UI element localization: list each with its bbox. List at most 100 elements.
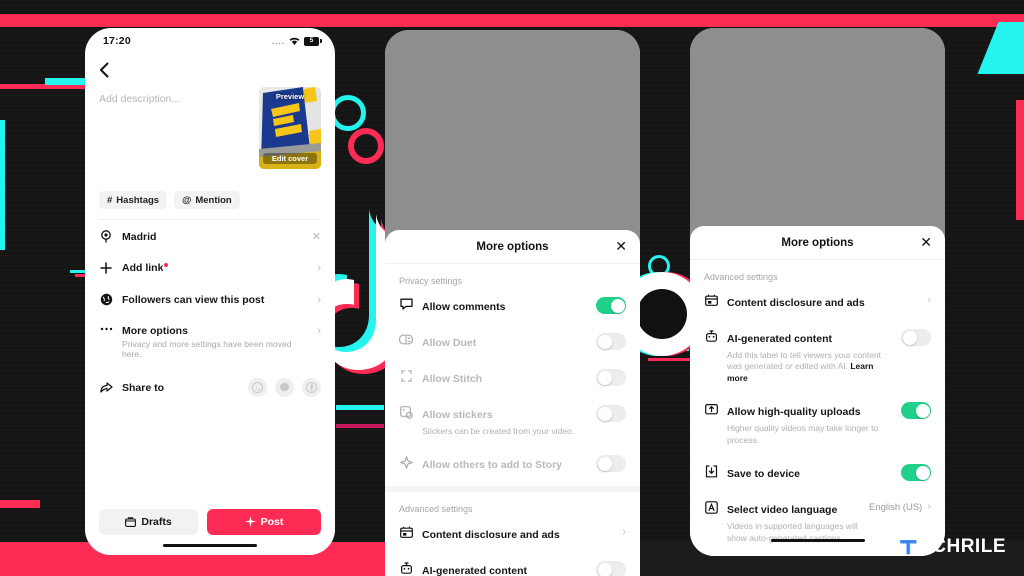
close-icon[interactable]: ✕ (615, 239, 627, 253)
back-chevron-icon (705, 62, 714, 78)
setting-allow-add-to-story[interactable]: Allow others to add to Story (385, 446, 640, 482)
row-more-options-label: More options (122, 325, 188, 337)
toggle-high-quality-uploads[interactable] (901, 402, 931, 420)
story-sparkle-icon (399, 455, 413, 470)
setting-allow-comments[interactable]: Allow comments (385, 288, 640, 324)
section-header-advanced: Advanced settings (399, 504, 473, 515)
row-add-link[interactable]: Add link › (85, 252, 335, 283)
robot-icon (399, 561, 413, 575)
globe-icon (99, 293, 113, 306)
row-location[interactable]: Madrid ✕ (85, 220, 335, 252)
setting-allow-stickers[interactable]: Allow stickers Stickers can be created f… (385, 396, 640, 446)
cover-thumbnail[interactable]: Preview Edit cover (259, 87, 321, 169)
facebook-icon[interactable] (302, 378, 321, 397)
setting-label: Allow Stitch (422, 373, 483, 385)
status-bar: 17:19 .... 4 (385, 30, 640, 56)
new-badge-dot (164, 262, 169, 267)
toggle-save-to-device[interactable] (901, 464, 931, 482)
setting-ai-generated-content[interactable]: AI-generated content Add this label to t… (690, 320, 945, 393)
more-options-sheet: More options ✕ Privacy settings Allow co… (385, 230, 640, 576)
plus-icon (99, 262, 113, 274)
back-button[interactable] (85, 54, 335, 87)
language-a-icon (704, 500, 718, 515)
wifi-icon (594, 39, 605, 47)
preview-label[interactable]: Preview (259, 92, 321, 101)
toggle-allow-stickers[interactable] (596, 405, 626, 422)
back-chevron-icon (100, 62, 109, 78)
setting-label: Allow others to add to Story (422, 459, 563, 472)
stitch-icon (399, 369, 413, 382)
toggle-ai-generated-content[interactable] (596, 561, 626, 576)
preview-label[interactable]: Preview (869, 92, 931, 101)
edit-cover-label[interactable]: Edit cover (568, 155, 622, 166)
chips-row: # Hashtags @ Mention (85, 191, 335, 209)
cover-thumbnail[interactable]: Preview Edit cover (564, 89, 626, 171)
whatsapp-icon[interactable] (248, 378, 267, 397)
edit-cover-label[interactable]: Edit cover (263, 153, 317, 164)
bg-ring-pink (348, 128, 384, 164)
preview-label[interactable]: Preview (564, 94, 626, 103)
setting-high-quality-uploads[interactable]: Allow high-quality uploads Higher qualit… (690, 393, 945, 455)
toggle-allow-stitch[interactable] (596, 369, 626, 386)
content-disclosure-icon (704, 293, 718, 306)
sheet-title-bar: More options ✕ (385, 230, 640, 264)
chevron-right-icon: › (927, 501, 931, 514)
back-button[interactable] (690, 54, 945, 87)
edit-cover-label[interactable]: Edit cover (873, 153, 927, 164)
post-button[interactable]: Post (207, 508, 321, 535)
toggle-allow-duet[interactable] (596, 333, 626, 350)
chip-mention[interactable]: @ Mention (779, 191, 845, 209)
setting-content-disclosure[interactable]: Content disclosure and ads › (690, 284, 945, 320)
close-icon[interactable]: ✕ (312, 230, 321, 243)
comment-bubble-icon (399, 297, 413, 310)
setting-ai-generated-content[interactable]: AI-generated content Add this label to t… (385, 552, 640, 576)
bg-bar-pink-mid-1 (336, 424, 384, 428)
battery-level: 4 (614, 38, 619, 46)
chips-row: # Hashtags @ Mention (690, 191, 945, 209)
signal-dots-icon: .... (577, 38, 590, 48)
cover-thumbnail[interactable]: Preview Edit cover (869, 87, 931, 169)
chevron-right-icon: › (927, 294, 931, 306)
chip-hashtags[interactable]: # Hashtags (704, 191, 773, 209)
setting-allow-duet[interactable]: Allow Duet (385, 324, 640, 360)
hq-upload-icon (704, 402, 718, 415)
phone-3: 17:21 .... 3 Add description... Preview … (690, 28, 945, 556)
robot-icon (704, 329, 718, 343)
chip-mention[interactable]: @ Mention (174, 191, 240, 209)
row-privacy[interactable]: Followers can view this post › (85, 283, 335, 315)
chevron-right-icon: › (317, 325, 321, 337)
battery-icon: 5 (304, 36, 322, 46)
save-download-icon (704, 464, 718, 478)
chip-mention[interactable]: @ Mention (474, 193, 540, 211)
chip-hashtags-label: Hashtags (721, 194, 765, 206)
t-logo-icon (900, 540, 917, 555)
toggle-allow-comments[interactable] (596, 297, 626, 314)
back-button[interactable] (385, 56, 640, 89)
duet-icon (399, 333, 413, 345)
setting-desc: Stickers can be created from your video. (422, 426, 575, 436)
row-more-options[interactable]: More options Privacy and more settings h… (85, 315, 335, 368)
setting-allow-stitch[interactable]: Allow Stitch (385, 360, 640, 396)
setting-content-disclosure[interactable]: Content disclosure and ads › (385, 516, 640, 552)
messenger-icon[interactable] (275, 378, 294, 397)
wifi-icon (899, 37, 910, 45)
battery-icon: 3 (914, 36, 932, 46)
toggle-add-to-story[interactable] (596, 455, 626, 473)
row-privacy-label: Followers can view this post (122, 293, 265, 306)
post-label: Post (260, 515, 284, 528)
toggle-ai-generated-content[interactable] (901, 329, 931, 346)
status-time: 17:19 (403, 37, 431, 49)
bg-ring-cyan (330, 95, 366, 131)
stickers-icon (399, 405, 413, 419)
setting-label: Allow comments (422, 301, 506, 313)
close-icon[interactable]: ✕ (920, 235, 932, 249)
battery-icon: 4 (609, 38, 627, 48)
phone-1: 17:20 .... 5 Add description... Preview … (85, 28, 335, 555)
chip-mention-label: Mention (495, 196, 532, 208)
chip-hashtags[interactable]: # Hashtags (399, 193, 468, 211)
drafts-folder-icon (125, 516, 137, 527)
status-bar: 17:20 .... 5 (85, 28, 335, 54)
drafts-button[interactable]: Drafts (99, 508, 199, 535)
setting-save-to-device[interactable]: Save to device (690, 455, 945, 491)
chip-hashtags[interactable]: # Hashtags (99, 191, 168, 209)
